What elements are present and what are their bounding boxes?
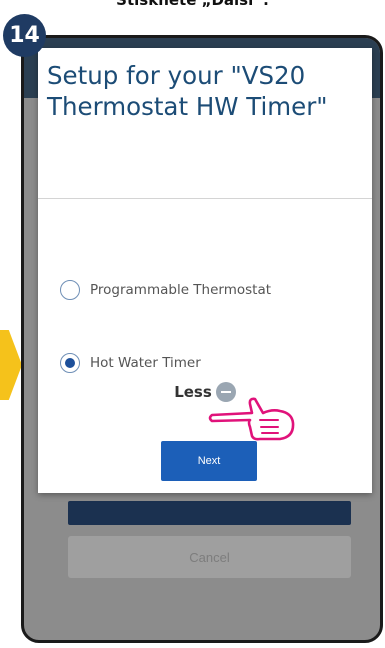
- dialog-divider: [38, 198, 372, 199]
- step-number-badge: 14: [3, 14, 46, 57]
- instruction-caption: Stiskněte „Další“.: [116, 0, 269, 9]
- radio-button-selected[interactable]: [60, 353, 80, 373]
- setup-dialog: Setup for your "VS20 Thermostat HW Timer…: [38, 48, 372, 493]
- option-programmable-thermostat[interactable]: Programmable Thermostat: [60, 280, 271, 300]
- dialog-title: Setup for your "VS20 Thermostat HW Timer…: [47, 61, 328, 121]
- phone-frame: Cancel Setup for your "VS20 Thermostat H…: [21, 35, 383, 643]
- cancel-button[interactable]: Cancel: [68, 536, 351, 578]
- less-label: Less: [174, 383, 212, 401]
- option-hot-water-timer[interactable]: Hot Water Timer: [60, 353, 201, 373]
- less-toggle[interactable]: Less: [38, 382, 372, 402]
- pointing-hand-icon: [208, 397, 295, 441]
- radio-button[interactable]: [60, 280, 80, 300]
- background-primary-button: [68, 501, 351, 525]
- option-label: Programmable Thermostat: [90, 282, 272, 298]
- next-button[interactable]: Next: [161, 441, 257, 481]
- option-label: Hot Water Timer: [90, 355, 201, 371]
- yellow-arrow-icon: [0, 330, 22, 400]
